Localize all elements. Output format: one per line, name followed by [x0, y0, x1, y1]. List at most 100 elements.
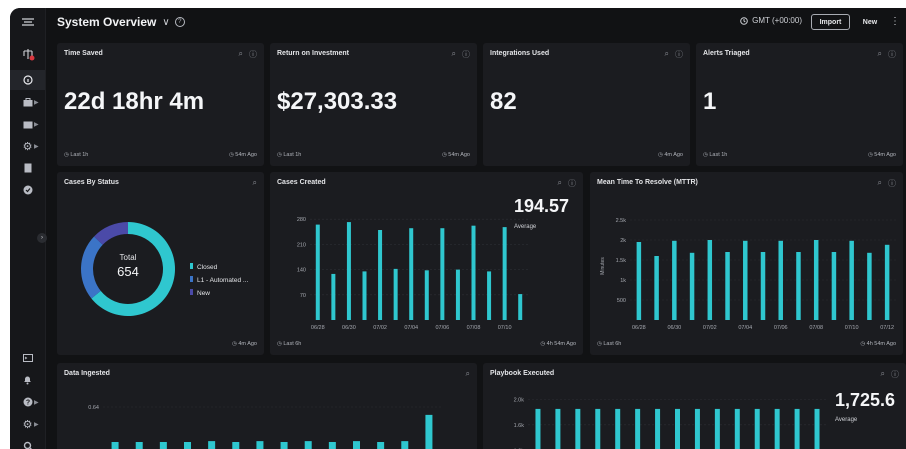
info-icon[interactable]: ⓘ	[462, 49, 470, 60]
briefcase-icon[interactable]: ▶	[10, 92, 45, 112]
bar[interactable]	[377, 442, 385, 449]
bar[interactable]	[760, 252, 766, 320]
bar[interactable]	[315, 224, 320, 320]
updated-label: ◷ 4h 54m Ago	[860, 341, 896, 347]
bar[interactable]	[754, 408, 760, 449]
time-range-label: ◷ Last 6h	[597, 341, 622, 347]
bar[interactable]	[424, 270, 429, 320]
terminal-icon[interactable]	[10, 348, 45, 368]
new-button[interactable]: New	[856, 14, 884, 30]
bar[interactable]	[353, 441, 360, 449]
bar[interactable]	[714, 408, 720, 449]
data-ingested-panel: Data Ingested ⌕ 0.64	[57, 363, 477, 449]
search-icon[interactable]	[10, 436, 45, 449]
legend-item[interactable]: Closed	[190, 261, 248, 274]
bar[interactable]	[707, 240, 713, 320]
bar[interactable]	[535, 408, 541, 449]
app-window: ▶ ▶ ⚙ ▶ › ? ▶ ⚙ ▶ System Overview ∨ ? GM…	[10, 8, 906, 449]
bar[interactable]	[636, 242, 642, 320]
time-range-label: ◷ Last 1h	[277, 152, 302, 158]
legend-item[interactable]: L1 - Automated ...	[190, 274, 248, 287]
document-icon[interactable]	[10, 158, 45, 178]
bar[interactable]	[440, 228, 445, 320]
bar[interactable]	[518, 294, 523, 320]
more-options-icon[interactable]: ⋮	[890, 16, 900, 27]
check-circle-icon[interactable]	[10, 180, 45, 200]
bar[interactable]	[813, 240, 819, 320]
timezone-selector[interactable]: GMT (+00:00)	[740, 16, 802, 25]
bar[interactable]	[675, 408, 680, 449]
bar[interactable]	[159, 442, 167, 449]
add-workflow-icon[interactable]	[10, 44, 45, 64]
bar[interactable]	[232, 442, 240, 449]
bar[interactable]	[555, 408, 561, 449]
gear-icon[interactable]: ⚙ ▶	[10, 136, 45, 156]
bar[interactable]	[328, 442, 336, 449]
average-label: Average	[835, 417, 858, 423]
folders-icon[interactable]: ▶	[10, 114, 45, 134]
bar[interactable]	[455, 269, 460, 320]
bar[interactable]	[655, 408, 661, 449]
bar[interactable]	[575, 408, 581, 449]
bar[interactable]	[487, 271, 492, 320]
bar[interactable]	[401, 441, 409, 449]
chevron-down-icon[interactable]: ∨	[162, 17, 169, 28]
bar[interactable]	[796, 252, 801, 320]
donut-slice-l1-automated[interactable]	[81, 236, 103, 299]
legend-item[interactable]: New	[190, 287, 248, 300]
bar[interactable]	[425, 414, 433, 449]
zoom-icon[interactable]: ⌕	[665, 49, 669, 60]
zoom-icon[interactable]: ⌕	[452, 49, 456, 60]
bar[interactable]	[849, 240, 854, 320]
bar[interactable]	[135, 442, 143, 449]
bar[interactable]	[111, 442, 119, 449]
bar[interactable]	[595, 408, 601, 449]
time-range-label: ◷ Last 6h	[277, 341, 302, 347]
info-icon[interactable]: ⓘ	[675, 49, 683, 60]
bar[interactable]	[615, 408, 621, 449]
bar[interactable]	[725, 252, 730, 320]
help-icon[interactable]: ?	[174, 17, 185, 27]
bar[interactable]	[502, 227, 507, 320]
bar[interactable]	[304, 441, 312, 449]
info-icon[interactable]: ⓘ	[888, 49, 896, 60]
bar[interactable]	[208, 441, 216, 449]
help-icon[interactable]: ? ▶	[10, 392, 45, 412]
bar[interactable]	[778, 240, 783, 320]
bar[interactable]	[280, 442, 288, 449]
bar[interactable]	[184, 442, 191, 449]
bar[interactable]	[346, 222, 351, 320]
bar[interactable]	[393, 268, 398, 320]
bar[interactable]	[734, 408, 740, 449]
bar[interactable]	[654, 256, 659, 320]
bell-icon[interactable]	[10, 370, 45, 390]
bar[interactable]	[689, 252, 695, 320]
menu-icon[interactable]	[10, 12, 45, 32]
zoom-icon[interactable]: ⌕	[239, 49, 243, 60]
info-icon[interactable]	[10, 70, 45, 90]
bar[interactable]	[694, 408, 700, 449]
expand-sidebar-button[interactable]: ›	[37, 233, 47, 243]
bar[interactable]	[774, 408, 780, 449]
import-button[interactable]: Import	[811, 14, 850, 30]
bar[interactable]	[378, 230, 383, 320]
info-icon[interactable]: ⓘ	[249, 49, 257, 60]
bar[interactable]	[831, 252, 837, 320]
bar[interactable]	[672, 240, 677, 320]
bar[interactable]	[362, 271, 367, 320]
bar[interactable]	[794, 408, 800, 449]
bar[interactable]	[867, 252, 872, 320]
bar[interactable]	[743, 240, 748, 320]
zoom-icon[interactable]: ⌕	[878, 49, 882, 60]
bar[interactable]	[256, 441, 264, 449]
bar[interactable]	[635, 408, 641, 449]
bar[interactable]	[471, 225, 476, 320]
y-tick-label: 280	[297, 217, 306, 223]
y-tick-label: 2k	[620, 238, 626, 244]
y-tick-label: 2.5k	[616, 218, 627, 224]
bar[interactable]	[884, 244, 890, 320]
settings-icon[interactable]: ⚙ ▶	[10, 414, 45, 434]
bar[interactable]	[814, 408, 820, 449]
bar[interactable]	[331, 273, 336, 320]
bar[interactable]	[409, 228, 414, 320]
